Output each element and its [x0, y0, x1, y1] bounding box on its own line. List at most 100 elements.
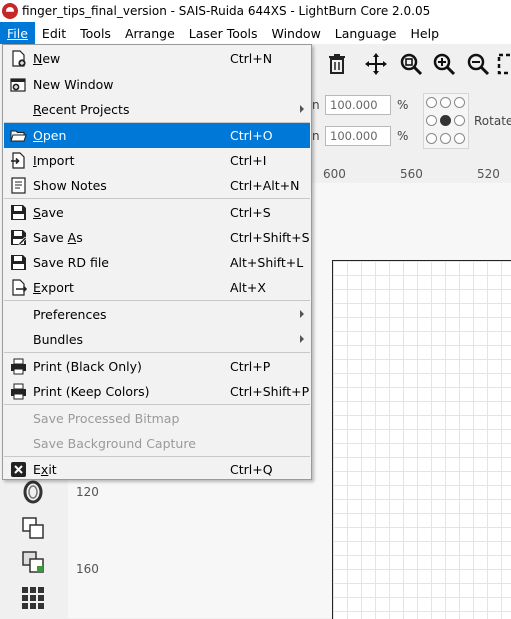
submenu-arrow-icon [300, 335, 304, 343]
menu-separator [4, 352, 310, 353]
weld-shapes-icon[interactable] [20, 515, 46, 541]
menu-item-shortcut: Ctrl+Alt+N [230, 178, 300, 193]
menu-tools[interactable]: Tools [73, 22, 118, 44]
menu-item-label: Save [33, 205, 64, 220]
menu-item-save[interactable]: Save Ctrl+S [4, 200, 310, 225]
menu-item-shortcut: Ctrl+S [230, 205, 271, 220]
laser-work-area[interactable] [332, 260, 511, 619]
menu-item-label: Save Background Capture [33, 436, 196, 451]
menu-item-preferences[interactable]: Preferences [4, 302, 310, 327]
menu-item-shortcut: Ctrl+Shift+P [230, 384, 310, 399]
menu-item-label: Recent Projects [33, 102, 130, 117]
menu-item-label: Save Processed Bitmap [33, 411, 180, 426]
printer-icon [11, 358, 26, 375]
folder-open-icon [10, 130, 27, 142]
anchor-top-center[interactable] [440, 97, 451, 108]
menu-item-shortcut: Ctrl+O [230, 128, 273, 143]
menu-file[interactable]: File [0, 22, 35, 44]
menu-item-save-processed-bitmap: Save Processed Bitmap [4, 406, 310, 431]
lightburn-logo-icon [2, 3, 18, 19]
menu-item-label: Exit [33, 462, 57, 477]
menu-item-open[interactable]: Open Ctrl+O [4, 123, 310, 148]
title-bar: finger_tips_final_version - SAIS-Ruida 6… [0, 0, 511, 22]
ruler-tick-label: 520 [477, 167, 500, 181]
width-scale-input[interactable]: 100.000 [325, 95, 391, 115]
zoom-to-page-icon[interactable] [399, 52, 423, 76]
anchor-center[interactable] [440, 115, 451, 126]
menu-item-label: Export [33, 280, 74, 295]
offset-shape-icon[interactable] [20, 479, 46, 505]
save-as-icon [11, 230, 27, 245]
ruler-tick-label: 160 [76, 562, 99, 576]
ruler-tick-label: 560 [400, 167, 423, 181]
menu-item-export[interactable]: Export Alt+X [4, 275, 310, 300]
menu-item-shortcut: Ctrl+I [230, 153, 267, 168]
exit-icon [11, 462, 26, 477]
delete-icon[interactable] [325, 52, 349, 76]
menu-item-recent-projects[interactable]: Recent Projects [4, 97, 310, 122]
zoom-out-icon[interactable] [466, 52, 490, 76]
menu-item-import[interactable]: Import Ctrl+I [4, 148, 310, 173]
menu-separator [4, 300, 310, 301]
menu-separator [4, 198, 310, 199]
boolean-union-icon[interactable] [20, 549, 46, 575]
anchor-point-grid[interactable] [423, 93, 469, 149]
menu-window-label: Window [271, 25, 321, 41]
menu-item-shortcut: Alt+Shift+L [230, 255, 304, 270]
menu-window[interactable]: Window [265, 22, 328, 44]
menu-item-label: New Window [33, 77, 114, 92]
menu-help[interactable]: Help [404, 22, 447, 44]
width-percent-label: % [397, 98, 409, 112]
anchor-top-right[interactable] [454, 97, 465, 108]
menu-edit[interactable]: Edit [35, 22, 73, 44]
menu-item-new-window[interactable]: New Window [4, 72, 310, 97]
menu-item-print-black-only[interactable]: Print (Black Only) Ctrl+P [4, 354, 310, 379]
menu-laser-tools-label: Laser Tools [188, 25, 258, 41]
menu-tools-label: Tools [80, 25, 111, 41]
menu-arrange[interactable]: Arrange [118, 22, 182, 44]
menu-item-shortcut: Ctrl+P [230, 359, 271, 374]
window-title: finger_tips_final_version - SAIS-Ruida 6… [22, 4, 431, 18]
menu-item-label: Preferences [33, 307, 107, 322]
menu-item-print-keep-colors[interactable]: Print (Keep Colors) Ctrl+Shift+P [4, 379, 310, 404]
menu-item-save-background-capture: Save Background Capture [4, 431, 310, 456]
submenu-arrow-icon [300, 105, 304, 113]
anchor-middle-right[interactable] [454, 115, 465, 126]
frame-selection-icon[interactable] [497, 52, 511, 76]
menu-item-bundles[interactable]: Bundles [4, 327, 310, 352]
save-rd-icon [11, 255, 26, 270]
menu-item-save-as[interactable]: Save As Ctrl+Shift+S [4, 225, 310, 250]
menu-separator [4, 404, 310, 405]
menu-item-exit[interactable]: Exit Ctrl+Q [4, 457, 310, 482]
anchor-top-left[interactable] [426, 97, 437, 108]
notes-icon [11, 177, 26, 194]
ruler-tick-label: 120 [76, 485, 99, 499]
menu-item-label: Save RD file [33, 255, 109, 270]
menu-item-shortcut: Ctrl+Shift+S [230, 230, 310, 245]
menu-item-label: New [33, 51, 61, 66]
menu-item-label: Save As [33, 230, 83, 245]
menu-item-show-notes[interactable]: Show Notes Ctrl+Alt+N [4, 173, 310, 198]
zoom-in-icon[interactable] [432, 52, 456, 76]
new-window-icon [10, 78, 26, 92]
height-scale-input[interactable]: 100.000 [325, 126, 391, 146]
submenu-arrow-icon [300, 310, 304, 318]
menu-language[interactable]: Language [328, 22, 404, 44]
export-icon [12, 279, 27, 296]
menu-item-label: Import [33, 153, 75, 168]
menu-laser-tools[interactable]: Laser Tools [182, 22, 265, 44]
anchor-bottom-center[interactable] [440, 133, 451, 144]
rotate-label: Rotate [474, 114, 511, 128]
menu-item-save-rd-file[interactable]: Save RD file Alt+Shift+L [4, 250, 310, 275]
anchor-bottom-right[interactable] [454, 133, 465, 144]
menu-help-label: Help [410, 25, 440, 41]
menu-arrange-label: Arrange [124, 25, 175, 41]
grid-array-icon[interactable] [20, 585, 46, 611]
menu-item-shortcut: Alt+X [230, 280, 266, 295]
anchor-middle-left[interactable] [426, 115, 437, 126]
menu-item-label: Print (Black Only) [33, 359, 142, 374]
move-icon[interactable] [364, 52, 388, 76]
menu-file-label: File [7, 25, 28, 41]
anchor-bottom-left[interactable] [426, 133, 437, 144]
menu-item-new[interactable]: New Ctrl+N [4, 46, 310, 71]
